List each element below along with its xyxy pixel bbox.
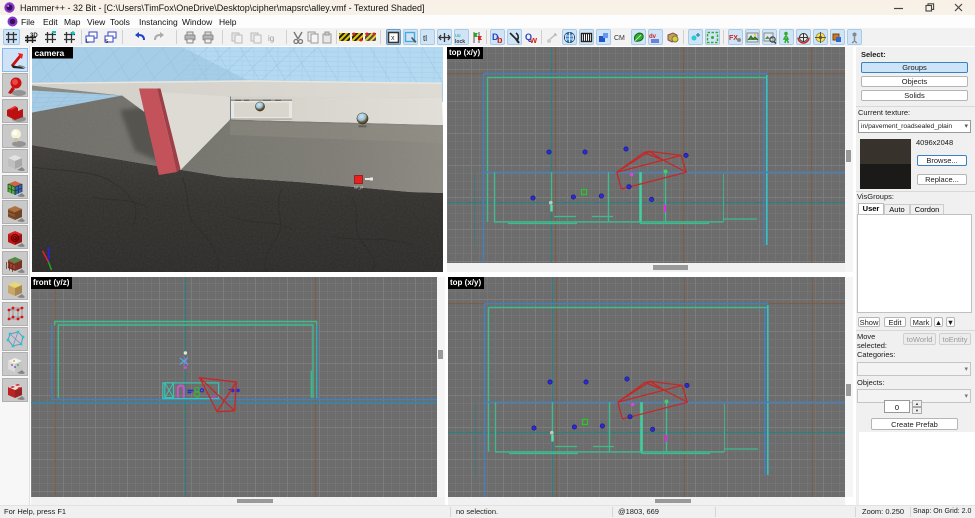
svg-text:ig: ig	[268, 34, 274, 43]
svg-text:camera: camera	[35, 48, 65, 58]
svg-text:L: L	[86, 39, 89, 44]
svg-text:lock: lock	[455, 39, 465, 44]
svg-text:FX: FX	[729, 35, 738, 42]
svg-text:tl: tl	[423, 34, 427, 43]
svg-text:CM: CM	[614, 35, 625, 42]
svg-text:w: w	[529, 35, 538, 44]
svg-text:tar_pt: tar_pt	[354, 186, 363, 190]
svg-text:x: x	[391, 35, 395, 42]
svg-text:dv: dv	[649, 34, 657, 40]
svg-text:b: b	[497, 35, 503, 44]
